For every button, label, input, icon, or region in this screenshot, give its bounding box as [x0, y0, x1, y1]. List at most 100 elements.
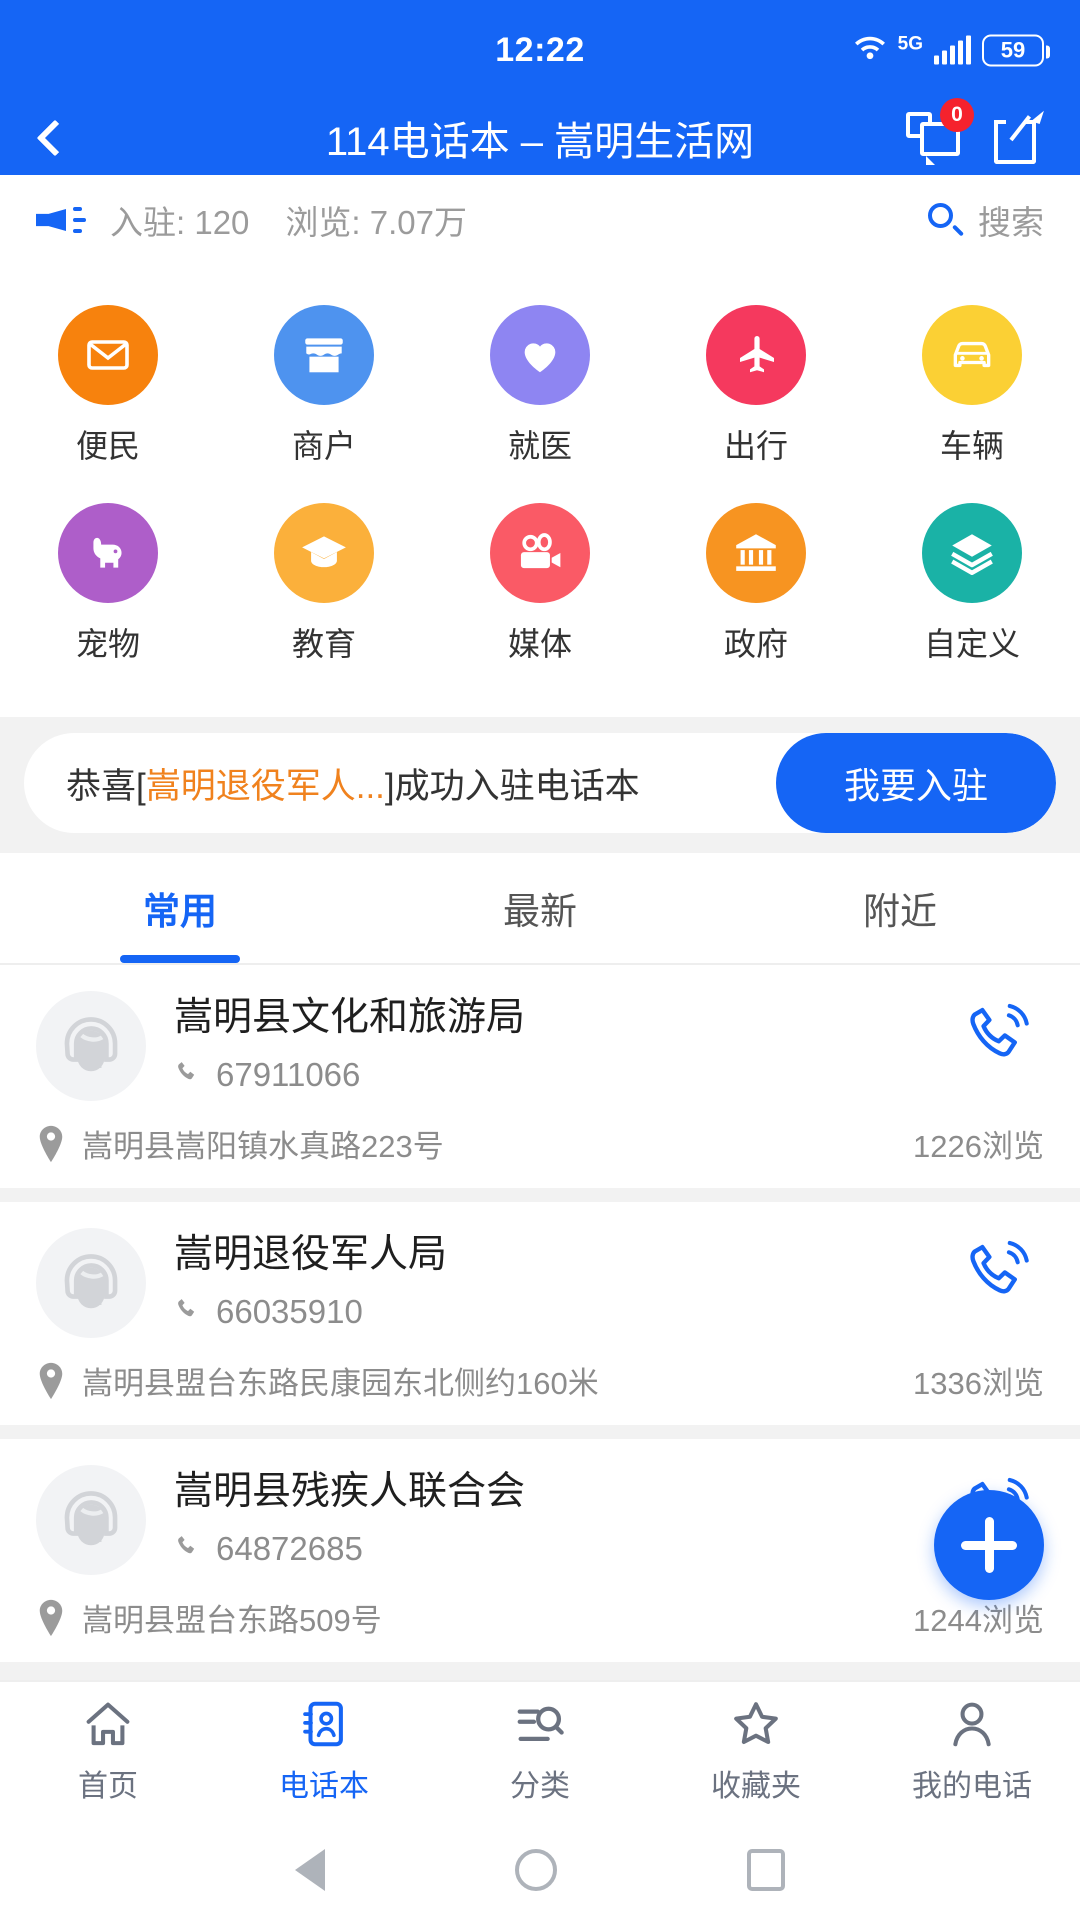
add-button[interactable]: [934, 1490, 1044, 1600]
nav-label: 首页: [78, 1770, 138, 1803]
nav-label: 电话本: [279, 1770, 369, 1803]
enrolled-count: 入驻: 120: [110, 204, 250, 241]
share-icon[interactable]: [994, 107, 1044, 164]
contact-views: 1336浏览: [913, 1366, 1044, 1401]
map-pin-icon: [36, 1124, 66, 1164]
nav-label: 分类: [510, 1770, 570, 1803]
system-navigation-bar: [0, 1820, 1080, 1920]
video-camera-icon: [490, 503, 590, 603]
contact-phone-row: 67911066: [174, 1056, 954, 1094]
search-button[interactable]: 搜索: [928, 196, 1044, 244]
battery-icon: 59: [982, 34, 1050, 66]
list-item-top: 嵩明县残疾人联合会 64872685: [36, 1465, 1044, 1575]
list-item-bottom: 嵩明县盟台东路509号 1244浏览: [36, 1595, 1044, 1640]
enroll-banner: 恭喜[嵩明退役军人...]成功入驻电话本 我要入驻: [24, 733, 1056, 833]
contact-address: 嵩明县盟台东路民康园东北侧约160米: [82, 1366, 599, 1401]
category-item-chongwu[interactable]: 宠物: [0, 485, 216, 683]
category-item-jiaoyu[interactable]: 教育: [216, 485, 432, 683]
nav-item-home[interactable]: 首页: [0, 1682, 216, 1820]
stats-bar: 入驻: 120 浏览: 7.07万 搜索: [0, 175, 1080, 265]
category-item-shanghu[interactable]: 商户: [216, 287, 432, 485]
category-item-zidingyi[interactable]: 自定义: [864, 485, 1080, 683]
category-label: 车辆: [939, 428, 1004, 464]
tab-zuixin[interactable]: 最新: [360, 853, 720, 963]
nav-item-my-phone[interactable]: 我的电话: [864, 1682, 1080, 1820]
car-icon: [922, 305, 1022, 405]
network-type-label: 5G: [897, 33, 923, 55]
contact-views: 1244浏览: [913, 1603, 1044, 1638]
contact-phone: 67911066: [216, 1055, 361, 1093]
battery-level: 59: [1000, 37, 1026, 62]
dog-icon: [58, 503, 158, 603]
enroll-button[interactable]: 我要入驻: [776, 733, 1056, 833]
category-item-chuxing[interactable]: 出行: [648, 287, 864, 485]
list-tabs: 常用 最新 附近: [0, 853, 1080, 965]
map-pin-icon: [36, 1361, 66, 1401]
nav-item-contacts[interactable]: 电话本: [216, 1682, 432, 1820]
system-recents-icon[interactable]: [747, 1849, 785, 1891]
layers-icon: [922, 503, 1022, 603]
banner-highlight: 嵩明退役军人...: [145, 766, 385, 806]
category-row-2: 宠物 教育 媒体 政府 自定义: [0, 485, 1080, 683]
category-label: 媒体: [507, 626, 572, 662]
phone-handset-icon: [174, 1532, 202, 1565]
tab-changyong[interactable]: 常用: [0, 853, 360, 963]
category-label: 商户: [291, 428, 356, 464]
app-bar: 114电话本 – 嵩明生活网 0: [0, 97, 1080, 175]
chat-badge: 0: [940, 97, 974, 132]
envelope-icon: [58, 305, 158, 405]
wifi-icon: [853, 31, 887, 70]
list-item[interactable]: 嵩明退役军人局 66035910 嵩明县盟台东路民康园东北侧约160米 1336…: [0, 1202, 1080, 1425]
category-item-bianmin[interactable]: 便民: [0, 287, 216, 485]
plus-icon-vertical: [984, 1517, 994, 1573]
list-item[interactable]: 嵩明县文化和旅游局 67911066 嵩明县嵩阳镇水真路223号 1226浏览: [0, 965, 1080, 1188]
phone-handset-icon: [174, 1295, 202, 1328]
category-item-jiuyi[interactable]: 就医: [432, 287, 648, 485]
nav-item-category[interactable]: 分类: [432, 1682, 648, 1820]
chat-bubble-icon[interactable]: 0: [906, 97, 974, 165]
list-item-info: 嵩明县文化和旅游局 67911066: [146, 991, 954, 1094]
list-item-bottom: 嵩明县嵩阳镇水真路223号 1226浏览: [36, 1121, 1044, 1166]
system-home-icon[interactable]: [515, 1849, 557, 1891]
contact-list: 嵩明县文化和旅游局 67911066 嵩明县嵩阳镇水真路223号 1226浏览 …: [0, 965, 1080, 1662]
call-button[interactable]: [954, 1228, 1044, 1306]
contact-name: 嵩明县文化和旅游局: [174, 996, 526, 1039]
search-label: 搜索: [978, 204, 1044, 241]
bottom-navigation: 首页 电话本 分类 收藏夹 我的电话: [0, 1680, 1080, 1820]
nav-label: 我的电话: [912, 1770, 1032, 1803]
nav-item-favorites[interactable]: 收藏夹: [648, 1682, 864, 1820]
map-pin-icon: [36, 1598, 66, 1638]
category-item-cheliang[interactable]: 车辆: [864, 287, 1080, 485]
list-item[interactable]: 嵩明县残疾人联合会 64872685 嵩明县盟台东路509号 1244浏览: [0, 1439, 1080, 1662]
contact-name: 嵩明县残疾人联合会: [174, 1470, 526, 1513]
category-item-zhengfu[interactable]: 政府: [648, 485, 864, 683]
contact-name: 嵩明退役军人局: [174, 1233, 448, 1276]
category-item-meiti[interactable]: 媒体: [432, 485, 648, 683]
contact-address: 嵩明县嵩阳镇水真路223号: [82, 1129, 444, 1164]
system-back-icon[interactable]: [295, 1849, 325, 1891]
call-button[interactable]: [954, 991, 1044, 1069]
tab-fujin[interactable]: 附近: [720, 853, 1080, 963]
storefront-icon: [274, 305, 374, 405]
signal-bars-icon: [934, 35, 971, 64]
status-clock: 12:22: [495, 30, 585, 69]
category-label: 政府: [723, 626, 788, 662]
nav-label: 收藏夹: [711, 1770, 801, 1803]
contact-phone-row: 66035910: [174, 1293, 954, 1331]
banner-suffix: ]成功入驻电话本: [384, 766, 640, 806]
list-item-top: 嵩明县文化和旅游局 67911066: [36, 991, 1044, 1101]
status-indicators: 5G 59: [853, 31, 1050, 70]
headset-operator-icon: [36, 1465, 146, 1575]
headset-operator-icon: [36, 991, 146, 1101]
app-screen: 12:22 5G 59 114电话本 – 嵩明生活网 0 入驻: 120 浏览:…: [0, 0, 1080, 1920]
category-label: 宠物: [75, 626, 140, 662]
category-label: 教育: [291, 626, 356, 662]
category-label: 自定义: [923, 626, 1020, 662]
view-count: 浏览: 7.07万: [285, 204, 467, 241]
list-item-info: 嵩明县残疾人联合会 64872685: [146, 1465, 954, 1568]
category-label: 就医: [507, 428, 572, 464]
bank-icon: [706, 503, 806, 603]
headset-operator-icon: [36, 1228, 146, 1338]
category-grid: 便民 商户 就医 出行 车辆 宠物 教育 媒体 政府 自定义: [0, 265, 1080, 717]
back-button[interactable]: [0, 119, 110, 156]
